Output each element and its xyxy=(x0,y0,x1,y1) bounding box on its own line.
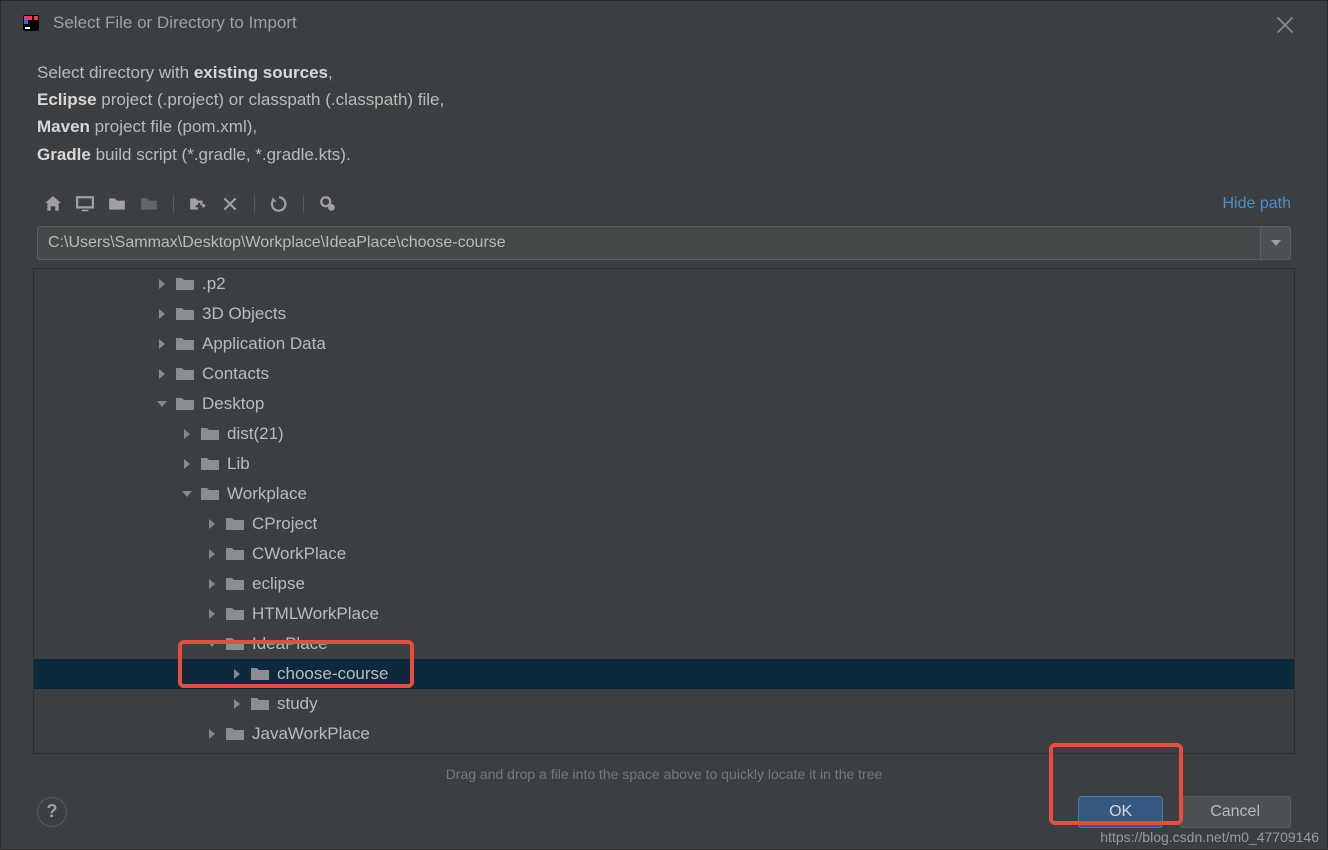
chevron-right-icon[interactable] xyxy=(204,576,220,592)
tree-item[interactable]: Lib xyxy=(34,449,1294,479)
folder-icon xyxy=(201,485,219,503)
tree-item-label: JavaWorkPlace xyxy=(252,724,370,744)
new-folder-icon[interactable] xyxy=(182,190,214,218)
tree-item-label: Contacts xyxy=(202,364,269,384)
folder-icon xyxy=(226,575,244,593)
tree-item[interactable]: HTMLWorkPlace xyxy=(34,599,1294,629)
tree-item-label: Workplace xyxy=(227,484,307,504)
chevron-right-icon[interactable] xyxy=(204,546,220,562)
folder-icon xyxy=(176,335,194,353)
folder-icon xyxy=(176,395,194,413)
hide-path-link[interactable]: Hide path xyxy=(1223,195,1292,213)
description-text: Select directory with existing sources, … xyxy=(1,45,1327,186)
chevron-right-icon[interactable] xyxy=(229,666,245,682)
chevron-right-icon[interactable] xyxy=(229,696,245,712)
separator xyxy=(303,195,304,213)
tree-item-label: 3D Objects xyxy=(202,304,286,324)
folder-icon xyxy=(251,665,269,683)
folder-icon xyxy=(176,365,194,383)
folder-icon xyxy=(226,545,244,563)
show-hidden-icon[interactable] xyxy=(312,190,344,218)
tree-item-label: choose-course xyxy=(277,664,389,684)
tree-item[interactable]: CWorkPlace xyxy=(34,539,1294,569)
chevron-right-icon[interactable] xyxy=(204,726,220,742)
hint-text: Drag and drop a file into the space abov… xyxy=(1,758,1327,796)
watermark-text: https://blog.csdn.net/m0_47709146 xyxy=(1100,829,1319,845)
file-tree[interactable]: .p2 3D Objects Application Data Contacts Des… xyxy=(33,268,1295,754)
tree-item[interactable]: study xyxy=(34,689,1294,719)
path-row xyxy=(1,222,1327,266)
tree-item-label: Desktop xyxy=(202,394,264,414)
toolbar: Hide path xyxy=(1,186,1327,222)
tree-item-label: HTMLWorkPlace xyxy=(252,604,379,624)
folder-icon xyxy=(176,275,194,293)
intellij-icon xyxy=(21,13,41,33)
chevron-right-icon[interactable] xyxy=(154,276,170,292)
tree-item-label: study xyxy=(277,694,318,714)
chevron-down-icon[interactable] xyxy=(204,636,220,652)
folder-icon xyxy=(251,695,269,713)
dialog-title: Select File or Directory to Import xyxy=(53,13,297,33)
tree-item-label: Application Data xyxy=(202,334,326,354)
tree-item-label: CWorkPlace xyxy=(252,544,346,564)
tree-item-label: Lib xyxy=(227,454,250,474)
folder-icon xyxy=(176,305,194,323)
tree-item[interactable]: dist(21) xyxy=(34,419,1294,449)
delete-icon[interactable] xyxy=(214,190,246,218)
folder-icon xyxy=(226,635,244,653)
chevron-right-icon[interactable] xyxy=(204,516,220,532)
folder-icon xyxy=(226,725,244,743)
chevron-down-icon[interactable] xyxy=(179,486,195,502)
folder-icon xyxy=(201,455,219,473)
folder-icon xyxy=(226,605,244,623)
chevron-right-icon[interactable] xyxy=(154,366,170,382)
close-icon[interactable] xyxy=(1275,15,1295,35)
tree-item[interactable]: eclipse xyxy=(34,569,1294,599)
chevron-right-icon[interactable] xyxy=(154,306,170,322)
chevron-right-icon[interactable] xyxy=(179,456,195,472)
chevron-right-icon[interactable] xyxy=(204,606,220,622)
chevron-down-icon[interactable] xyxy=(154,396,170,412)
chevron-right-icon[interactable] xyxy=(154,336,170,352)
module-icon xyxy=(133,190,165,218)
titlebar: Select File or Directory to Import xyxy=(1,1,1327,45)
desktop-icon[interactable] xyxy=(69,190,101,218)
ok-button[interactable]: OK xyxy=(1078,796,1163,828)
separator xyxy=(173,195,174,213)
path-input[interactable] xyxy=(37,226,1261,260)
tree-item-label: IdeaPlace xyxy=(252,634,328,654)
help-button[interactable]: ? xyxy=(37,797,67,827)
tree-item[interactable]: JavaWorkPlace xyxy=(34,719,1294,749)
cancel-button[interactable]: Cancel xyxy=(1179,796,1291,828)
project-icon[interactable] xyxy=(101,190,133,218)
tree-item-label: .p2 xyxy=(202,274,226,294)
tree-item[interactable]: Contacts xyxy=(34,359,1294,389)
tree-item-label: eclipse xyxy=(252,574,305,594)
tree-item[interactable]: IdeaPlace xyxy=(34,629,1294,659)
separator xyxy=(254,195,255,213)
tree-item[interactable]: CProject xyxy=(34,509,1294,539)
tree-item-label: CProject xyxy=(252,514,317,534)
chevron-right-icon[interactable] xyxy=(179,426,195,442)
path-dropdown-icon[interactable] xyxy=(1261,226,1291,260)
tree-item[interactable]: .p2 xyxy=(34,269,1294,299)
tree-item[interactable]: Workplace xyxy=(34,479,1294,509)
tree-item[interactable]: 3D Objects xyxy=(34,299,1294,329)
import-dialog: Select File or Directory to Import Selec… xyxy=(0,0,1328,850)
folder-icon xyxy=(201,425,219,443)
folder-icon xyxy=(226,515,244,533)
tree-item-label: dist(21) xyxy=(227,424,284,444)
tree-item[interactable]: choose-course xyxy=(34,659,1294,689)
home-icon[interactable] xyxy=(37,190,69,218)
tree-item[interactable]: Application Data xyxy=(34,329,1294,359)
refresh-icon[interactable] xyxy=(263,190,295,218)
tree-item[interactable]: Desktop xyxy=(34,389,1294,419)
